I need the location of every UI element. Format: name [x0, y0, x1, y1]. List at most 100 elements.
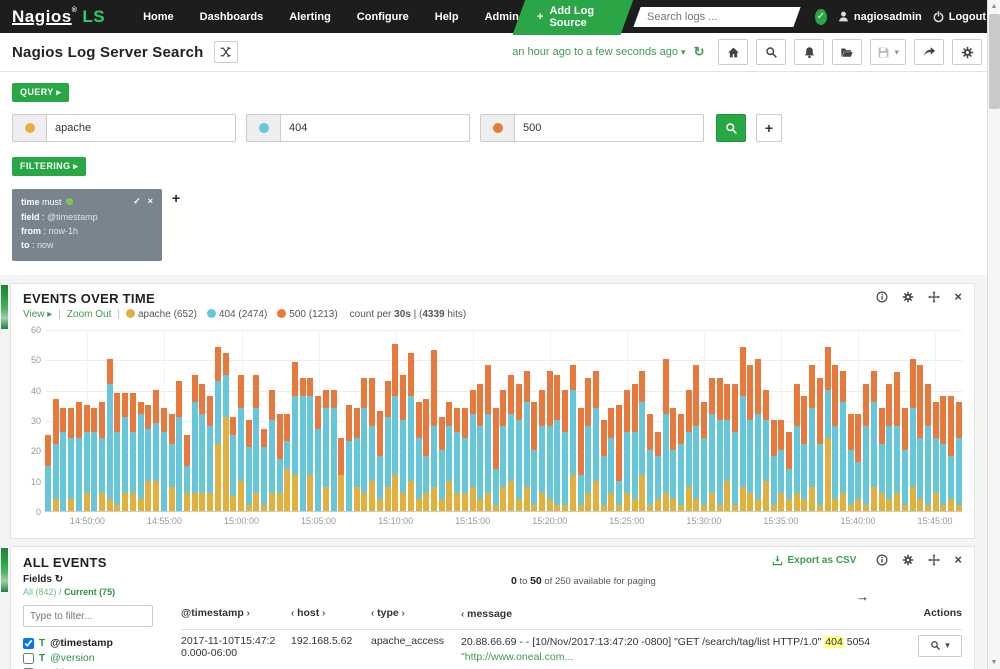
chart-bar[interactable] [848, 414, 854, 511]
chart-bar[interactable] [76, 402, 82, 511]
legend-item-404[interactable]: 404 (2474) [207, 309, 267, 320]
toolbar-home-button[interactable] [718, 39, 748, 65]
add-query-button[interactable]: + [756, 114, 782, 142]
chart-bar[interactable] [84, 405, 90, 511]
query-color-swatch[interactable] [480, 114, 514, 142]
chart-bar[interactable] [446, 402, 452, 511]
chevron-down-icon[interactable]: ▾ [894, 47, 899, 58]
chart-bar[interactable] [207, 396, 213, 511]
chart-bar[interactable] [801, 396, 807, 511]
logout-button[interactable]: Logout [932, 10, 986, 23]
column-header-host[interactable]: ‹ host › [291, 607, 371, 623]
chart-bar[interactable] [315, 396, 321, 511]
time-filter-card[interactable]: time must ✓× field : @timestampfrom : no… [12, 189, 162, 261]
chart-bar[interactable] [740, 347, 746, 511]
chart-bar[interactable] [663, 359, 669, 511]
fields-refresh-icon[interactable]: ↻ [55, 574, 63, 585]
chart-bar[interactable] [99, 402, 105, 511]
page-scrollbar[interactable]: ▲ ▼ [987, 0, 1000, 669]
chart-bar[interactable] [307, 378, 313, 511]
chart-bar[interactable] [933, 402, 939, 511]
chart-bar[interactable] [493, 408, 499, 511]
paging-next-button[interactable]: → [856, 589, 869, 604]
toolbar-search-button[interactable] [756, 39, 786, 65]
chart-bar[interactable] [917, 365, 923, 511]
chart-bar[interactable] [431, 350, 437, 511]
row-actions-button[interactable]: ▾ [918, 635, 962, 657]
field-name[interactable]: @version [50, 652, 95, 664]
column-header-timestamp[interactable]: @timestamp › [181, 607, 291, 623]
chart-bar[interactable] [794, 384, 800, 511]
toolbar-load-button[interactable] [832, 39, 862, 65]
chart-bar[interactable] [53, 399, 59, 511]
chart-bar[interactable] [45, 435, 51, 511]
chart-bar[interactable] [655, 432, 661, 511]
chart-bar[interactable] [601, 420, 607, 511]
chart-bar[interactable] [323, 390, 329, 511]
panel-settings-button[interactable] [902, 554, 914, 566]
chart-bar[interactable] [732, 384, 738, 511]
chart-bar[interactable] [585, 378, 591, 511]
chart-bar[interactable] [416, 402, 422, 511]
chart-bar[interactable] [693, 365, 699, 511]
legend-item-500[interactable]: 500 (1213) [277, 309, 337, 320]
refresh-button[interactable]: ↻ [694, 44, 705, 60]
chart-bar[interactable] [91, 408, 97, 511]
chart-bar[interactable] [632, 384, 638, 511]
chart-bar[interactable] [647, 414, 653, 511]
fields-filter-input[interactable] [23, 605, 153, 627]
panel-settings-button[interactable] [902, 291, 914, 303]
chart-bar[interactable] [354, 408, 360, 511]
chart-bar[interactable] [886, 384, 892, 511]
panel-info-button[interactable] [876, 291, 888, 303]
scroll-up-arrow[interactable]: ▲ [988, 0, 1000, 13]
panel-close-button[interactable]: × [954, 292, 962, 302]
chart-bar[interactable] [60, 408, 66, 511]
chart-bar[interactable] [392, 344, 398, 511]
chart-bar[interactable] [709, 378, 715, 511]
nav-item-help[interactable]: Help [435, 11, 459, 23]
chart-bar[interactable] [192, 375, 198, 511]
chart-bar[interactable] [578, 408, 584, 511]
chart-bar[interactable] [107, 359, 113, 511]
query-color-swatch[interactable] [246, 114, 280, 142]
chart-bar[interactable] [879, 408, 885, 511]
chart-bar[interactable] [755, 359, 761, 511]
chart-bar[interactable] [948, 396, 954, 511]
chart-bar[interactable] [925, 384, 931, 511]
chart-bar[interactable] [554, 375, 560, 511]
chart-bar[interactable] [470, 390, 476, 511]
column-header-type[interactable]: ‹ type › [371, 607, 461, 623]
view-menu[interactable]: View ▸ [23, 309, 52, 320]
filter-apply-icon[interactable]: ✓ [133, 196, 141, 207]
toolbar-share-button[interactable] [914, 39, 944, 65]
filter-remove-icon[interactable]: × [148, 196, 153, 207]
chart-bar[interactable] [508, 375, 514, 511]
chart-bar[interactable] [246, 420, 252, 511]
query-badge[interactable]: QUERY ▸ [12, 83, 69, 102]
chart-bar[interactable] [215, 347, 221, 511]
field-checkbox[interactable] [23, 638, 34, 649]
chart-bar[interactable] [423, 399, 429, 511]
chart-bar[interactable] [369, 378, 375, 511]
chart-bar[interactable] [825, 347, 831, 511]
chart-bar[interactable] [940, 396, 946, 511]
chart-bar[interactable] [902, 408, 908, 511]
time-range-selector[interactable]: an hour ago to a few seconds ago ▾ [512, 46, 685, 58]
chart-bar[interactable] [894, 372, 900, 512]
chart-bar[interactable] [114, 393, 120, 511]
panel-close-button[interactable]: × [954, 555, 962, 565]
chart-bar[interactable] [570, 365, 576, 511]
chart-bar[interactable] [300, 378, 306, 511]
field-name[interactable]: @timestamp [50, 637, 113, 649]
panel-info-button[interactable] [876, 554, 888, 566]
chart-bar[interactable] [253, 375, 259, 511]
scroll-down-arrow[interactable]: ▼ [988, 656, 1000, 669]
field-checkbox[interactable] [23, 653, 34, 664]
chart-bar[interactable] [701, 402, 707, 511]
sort-right-icon[interactable]: › [399, 608, 405, 619]
nav-item-admin[interactable]: Admin [485, 11, 519, 23]
message-link[interactable]: "http://www.oneal.com... [461, 650, 900, 665]
chart-bar[interactable] [956, 402, 962, 511]
chart-bar[interactable] [68, 408, 74, 511]
